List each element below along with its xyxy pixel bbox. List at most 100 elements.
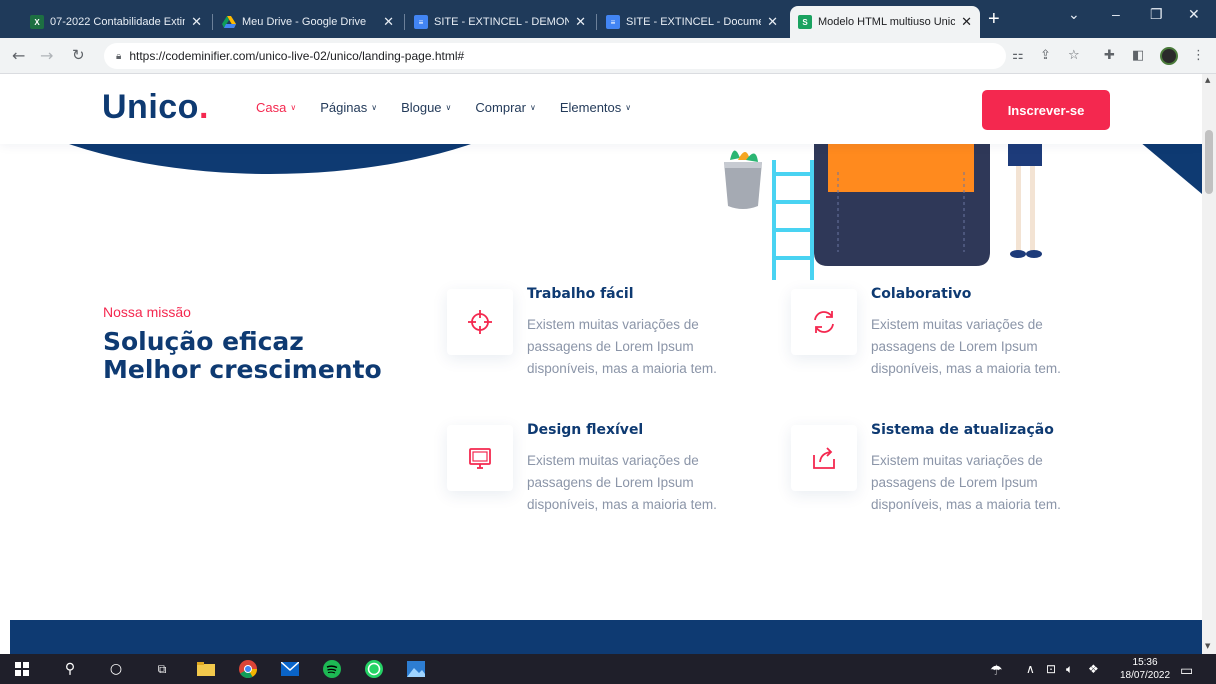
browser-tab[interactable]: ≡ SITE - EXTINCEL - Document ✕ [598,6,786,38]
nav-item-elementos[interactable]: Elementos ∨ [560,100,631,115]
restore-icon[interactable]: ❐ [1150,6,1163,23]
whatsapp-icon[interactable] [364,659,384,679]
minimize-icon[interactable]: – [1112,6,1120,22]
google-drive-icon [222,15,236,29]
share-icon [813,447,835,469]
mail-icon[interactable] [280,659,300,679]
monitor-icon [469,448,491,469]
url-text: https://codeminifier.com/unico-live-02/u… [129,49,465,63]
feature-description: Existem muitas variações de passagens de… [527,317,717,376]
feature-description: Existem muitas variações de passagens de… [527,453,717,512]
photos-icon[interactable] [406,659,426,679]
site-header: Unico. Casa ∨ Páginas ∨ Blogue ∨ Comprar ∨ E… [0,74,1202,144]
tab-title: SITE - EXTINCEL - DEMONST [434,16,570,28]
lock-icon: 🔒︎ [116,50,122,62]
scroll-down-icon[interactable]: ▼ [1205,642,1210,650]
feature-title: Trabalho fácil [527,286,634,302]
share-page-icon[interactable]: ⇪ [1040,48,1051,63]
excel-icon: X [30,15,44,29]
forward-icon[interactable]: → [40,46,53,65]
translate-icon[interactable]: ⚏ [1012,48,1024,63]
weather-icon[interactable]: ☂ [990,662,1003,679]
close-tab-icon[interactable]: ✕ [575,14,586,30]
feature-card: Design flexível Existem muitas variações… [447,422,747,532]
page-scrollbar[interactable]: ▲ ▼ [1202,74,1216,654]
scroll-up-icon[interactable]: ▲ [1205,76,1210,84]
spotify-icon[interactable] [322,659,342,679]
feature-icon-box [791,289,857,355]
main-nav: Casa ∨ Páginas ∨ Blogue ∨ Comprar ∨ Elemento… [256,100,631,115]
clock-time: 15:36 [1132,657,1158,668]
browser-tab-active[interactable]: S Modelo HTML multiuso Unic ✕ [790,6,980,38]
chrome-icon[interactable] [238,659,258,679]
chevron-down-icon: ∨ [290,103,297,112]
mission-title-line: Melhor crescimento [103,355,382,384]
nav-item-paginas[interactable]: Páginas ∨ [320,100,377,115]
scrollbar-thumb[interactable] [1205,130,1213,194]
browser-tab-strip: X 07-2022 Contabilidade Extinc ✕ Meu Dri… [0,0,1216,38]
chevron-down-icon: ∨ [371,103,378,112]
browser-tab[interactable]: X 07-2022 Contabilidade Extinc ✕ [22,6,210,38]
new-tab-button[interactable]: + [988,8,1000,31]
bookmark-star-icon[interactable]: ☆ [1068,48,1080,63]
file-explorer-icon[interactable] [196,659,216,679]
back-icon[interactable]: ← [12,46,25,65]
task-view-icon[interactable]: ⧉ [152,659,172,679]
windows-taskbar: ⚲ ○ ⧉ ☂ ∧ ⊡ 🔈︎ ❖ 15:36 18/07/2022 ▭ [0,654,1216,684]
address-bar[interactable]: 🔒︎ https://codeminifier.com/unico-live-0… [104,43,1006,69]
mission-eyebrow: Nossa missão [103,304,191,320]
tab-title: 07-2022 Contabilidade Extinc [50,16,186,28]
browser-tab[interactable]: Meu Drive - Google Drive ✕ [214,6,402,38]
nav-label: Elementos [559,100,622,115]
volume-icon[interactable]: 🔈︎ [1066,662,1073,677]
mission-title: Solução eficaz Melhor crescimento [103,328,403,384]
extensions-icon[interactable]: ✚ [1104,48,1115,63]
cortana-icon[interactable]: ○ [106,659,126,679]
side-panel-icon[interactable]: ◧ [1132,48,1144,63]
close-tab-icon[interactable]: ✕ [191,14,202,30]
hero-corner-shape [1140,142,1202,194]
feature-card: Sistema de atualização Existem muitas va… [791,422,1091,532]
hero-illustration [724,142,1042,280]
close-tab-icon[interactable]: ✕ [767,14,778,30]
feature-title: Sistema de atualização [871,422,1054,438]
page-viewport: Unico. Casa ∨ Páginas ∨ Blogue ∨ Comprar ∨ E… [0,74,1202,654]
feature-card: Trabalho fácil Existem muitas variações … [447,286,747,396]
network-icon[interactable]: ⊡ [1046,662,1056,676]
reload-icon[interactable]: ↻ [72,46,85,64]
system-clock[interactable]: 15:36 18/07/2022 [1120,656,1170,682]
logo-dot: . [198,88,209,126]
windows-start-icon[interactable] [12,659,32,679]
chevron-down-icon: ∨ [625,103,632,112]
close-tab-icon[interactable]: ✕ [383,14,394,30]
next-section-band [10,620,1202,654]
chevron-down-icon: ∨ [529,103,536,112]
site-logo[interactable]: Unico. [102,88,209,127]
nav-label: Páginas [320,100,368,115]
tab-title: SITE - EXTINCEL - Document [626,16,762,28]
profile-avatar[interactable] [1160,47,1178,65]
nav-item-comprar[interactable]: Comprar ∨ [475,100,535,115]
nav-item-blogue[interactable]: Blogue ∨ [401,100,451,115]
signup-button[interactable]: Inscrever-se [982,90,1110,130]
tab-search-icon[interactable]: ⌄ [1068,6,1080,23]
notifications-icon[interactable]: ▭ [1180,662,1193,679]
browser-tab[interactable]: ≡ SITE - EXTINCEL - DEMONST ✕ [406,6,594,38]
feature-icon-box [447,425,513,491]
google-docs-icon: ≡ [606,15,620,29]
browser-menu-icon[interactable]: ⋮ [1192,48,1205,63]
nav-label: Comprar [475,100,526,115]
show-hidden-icons-chevron-icon[interactable]: ∧ [1026,662,1035,676]
nav-label: Blogue [401,100,442,115]
google-docs-icon: ≡ [414,15,428,29]
search-icon[interactable]: ⚲ [60,659,80,679]
feature-title: Colaborativo [871,286,972,302]
logo-text: Unico [102,88,199,126]
close-window-icon[interactable]: ✕ [1188,6,1200,23]
dropbox-icon[interactable]: ❖ [1088,662,1099,676]
tab-separator [404,14,405,30]
nav-item-casa[interactable]: Casa ∨ [256,100,296,115]
close-tab-icon[interactable]: ✕ [961,14,972,30]
chevron-down-icon: ∨ [445,103,452,112]
tab-title: Modelo HTML multiuso Unic [818,16,956,28]
